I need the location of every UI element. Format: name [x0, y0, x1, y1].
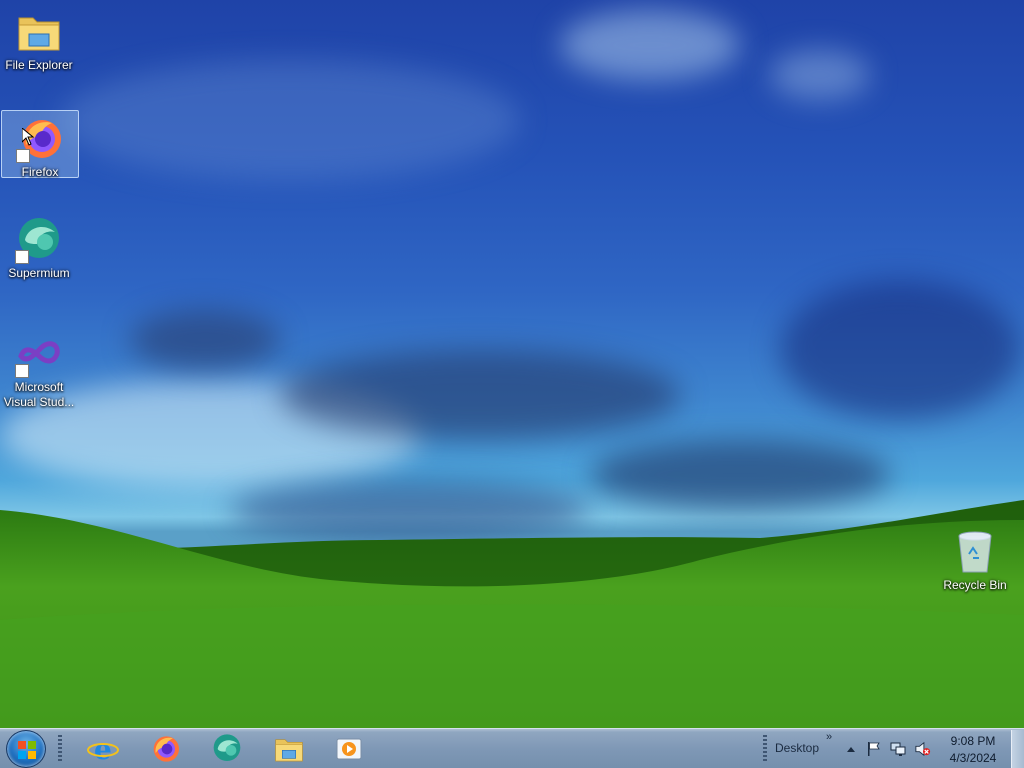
desktop-toolbar-label[interactable]: Desktop: [775, 741, 819, 755]
show-hidden-icons-button[interactable]: [843, 741, 859, 757]
folder-icon: [15, 8, 63, 56]
taskbar-firefox[interactable]: [138, 731, 192, 767]
shortcut-arrow-icon: [15, 250, 29, 264]
svg-text:e: e: [94, 733, 112, 765]
desktop-icon-recycle-bin[interactable]: Recycle Bin: [936, 524, 1014, 593]
taskbar-toolbar-grip[interactable]: [763, 735, 767, 763]
desktop-icon-label: Recycle Bin: [943, 578, 1007, 592]
shortcut-arrow-icon: [15, 364, 29, 378]
show-hidden-icons-icon: [847, 747, 855, 752]
folder-icon: [275, 739, 303, 762]
taskbar-media-player[interactable]: [322, 731, 376, 767]
taskbar-internet-explorer[interactable]: e: [76, 731, 130, 767]
network-button[interactable]: [890, 741, 906, 757]
start-button[interactable]: [6, 730, 46, 768]
taskbar-supermium[interactable]: [200, 731, 254, 767]
supermium-icon: [213, 734, 241, 761]
internet-explorer-icon: e: [87, 733, 119, 765]
desktop-icon-supermium[interactable]: Supermium: [0, 212, 78, 281]
visual-studio-icon: [15, 330, 63, 378]
taskbar-clock[interactable]: 9:08 PM 4/3/2024: [940, 733, 1006, 767]
clock-date: 4/3/2024: [949, 751, 997, 765]
volume-button[interactable]: [915, 741, 931, 757]
desktop-icon-label: Supermium: [8, 266, 70, 280]
taskbar-grip[interactable]: [58, 735, 62, 763]
mouse-cursor-icon: [22, 128, 34, 146]
clock-time: 9:08 PM: [950, 734, 996, 748]
media-player-icon: [336, 738, 362, 760]
action-center-flag-icon: [868, 742, 880, 756]
toolbar-overflow-chevron[interactable]: »: [826, 731, 832, 743]
taskbar: e Desktop » 9:08 PM 4/3/2024: [0, 728, 1024, 768]
desktop-icon-label: Firefox: [21, 165, 59, 179]
desktop-icon-firefox[interactable]: Firefox: [1, 110, 79, 179]
desktop-icon-visual-studio[interactable]: Microsoft Visual Stud...: [0, 326, 78, 410]
supermium-icon: [15, 216, 63, 264]
action-center-button[interactable]: [866, 741, 882, 757]
firefox-icon: [153, 736, 179, 762]
volume-muted-icon: [915, 741, 931, 757]
windows-logo-icon: [18, 741, 36, 759]
desktop-icon-label: File Explorer: [5, 58, 73, 72]
desktop-icon-file-explorer[interactable]: File Explorer: [0, 4, 78, 73]
desktop-icon-label: Microsoft Visual Stud...: [3, 380, 75, 409]
desktop-wallpaper: [0, 0, 1024, 728]
taskbar-file-explorer[interactable]: [262, 731, 316, 767]
show-desktop-button[interactable]: [1011, 730, 1024, 768]
recycle-bin-icon: [951, 528, 999, 576]
network-icon: [890, 742, 906, 756]
shortcut-arrow-icon: [16, 149, 30, 163]
